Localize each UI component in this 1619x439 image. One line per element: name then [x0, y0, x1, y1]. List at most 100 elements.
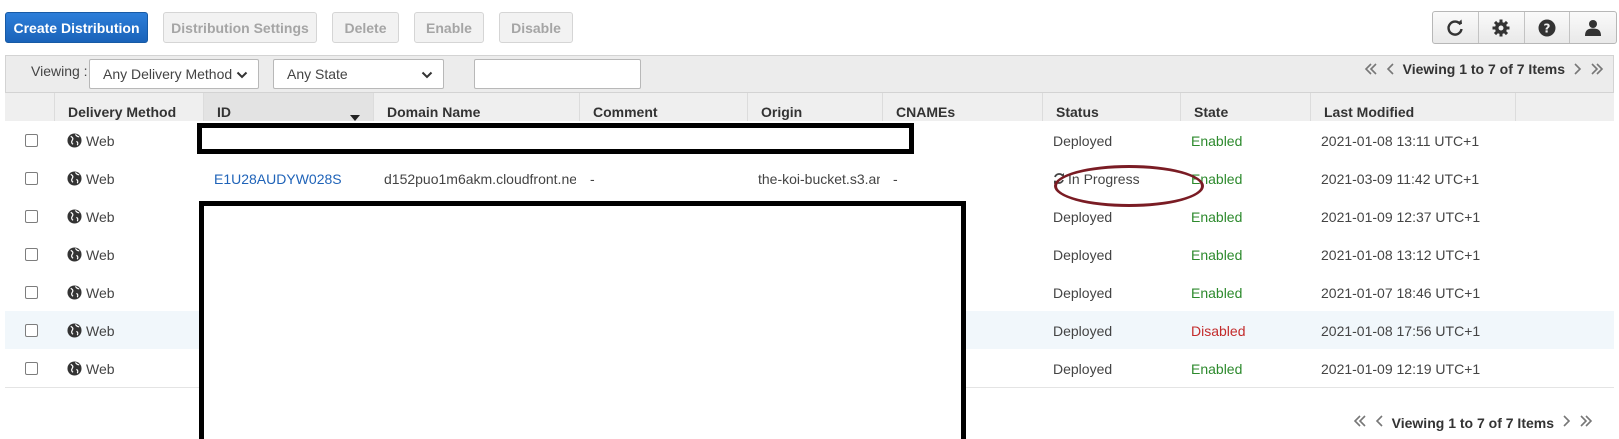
state-text: Enabled [1191, 246, 1243, 263]
modified-text: 2021-01-08 13:11 UTC+1 [1321, 132, 1480, 149]
state-text: Disabled [1191, 322, 1246, 339]
toolbar: Create Distribution Distribution Setting… [0, 0, 1619, 56]
method-text: Web [86, 322, 115, 339]
row-checkbox[interactable] [25, 210, 38, 223]
method-text: Web [86, 132, 115, 149]
first-page-icon[interactable] [1363, 61, 1379, 77]
globe-icon [67, 361, 82, 376]
domain-text: d152puo1m6akm.cloudfront.ne [384, 170, 576, 187]
globe-icon [67, 209, 82, 224]
cell-modified: 2021-01-09 12:19 UTC+1 [1321, 349, 1511, 388]
distribution-settings-button[interactable]: Distribution Settings [163, 12, 317, 43]
row-checkbox-cell [25, 349, 45, 388]
table-row[interactable]: Web E1U28AUDYW028S d152puo1m6akm.cloudfron… [5, 159, 1614, 198]
create-distribution-button[interactable]: Create Distribution [5, 12, 148, 43]
state-select[interactable]: Any State [273, 59, 444, 89]
pagination-top: Viewing 1 to 7 of 7 Items [1363, 61, 1605, 77]
cell-id[interactable]: E1U28AUDYW028S [214, 159, 374, 198]
enable-button[interactable]: Enable [414, 12, 484, 43]
prev-page-icon[interactable] [1374, 413, 1386, 432]
state-text: Enabled [1191, 360, 1243, 377]
annotation-ellipse [1054, 165, 1204, 207]
modified-text: 2021-01-07 18:46 UTC+1 [1321, 284, 1481, 301]
cell-state: Enabled [1191, 235, 1306, 274]
cell-modified: 2021-01-09 12:37 UTC+1 [1321, 197, 1511, 236]
disable-button[interactable]: Disable [499, 12, 573, 43]
cell-state: Enabled [1191, 349, 1306, 388]
svg-text:?: ? [1543, 21, 1550, 35]
column-header-label: ID [217, 103, 231, 120]
status-text: Deployed [1053, 246, 1113, 263]
method-text: Web [86, 246, 115, 263]
method-text: Web [86, 208, 115, 225]
status-text: Deployed [1053, 284, 1113, 301]
cell-status: Deployed [1053, 349, 1178, 388]
cell-domain: d152puo1m6akm.cloudfront.ne [384, 159, 576, 198]
state-text: Enabled [1191, 284, 1243, 301]
pagination-text: Viewing 1 to 7 of 7 Items [1391, 414, 1554, 431]
cell-cnames [893, 121, 1033, 160]
globe-icon [67, 171, 82, 186]
cell-method: Web [67, 159, 197, 198]
row-checkbox-cell [25, 197, 45, 236]
pagination-bottom: Viewing 1 to 7 of 7 Items [1352, 413, 1594, 432]
help-icon[interactable]: ? [1525, 12, 1571, 43]
prev-page-icon[interactable] [1385, 61, 1397, 77]
last-page-icon[interactable] [1589, 61, 1605, 77]
next-page-icon[interactable] [1571, 61, 1583, 77]
modified-text: 2021-01-08 17:56 UTC+1 [1321, 322, 1481, 339]
state-text: Enabled [1191, 132, 1243, 149]
redaction-box [197, 123, 914, 154]
cell-state: Disabled [1191, 311, 1306, 350]
row-checkbox-cell [25, 235, 45, 274]
refresh-icon[interactable] [1433, 12, 1479, 43]
last-page-icon[interactable] [1578, 413, 1594, 432]
first-page-icon[interactable] [1352, 413, 1368, 432]
status-text: Deployed [1053, 322, 1113, 339]
cell-modified: 2021-01-08 13:12 UTC+1 [1321, 235, 1511, 274]
row-checkbox-cell [25, 159, 45, 198]
row-checkbox[interactable] [25, 172, 38, 185]
chevron-down-icon [421, 68, 433, 84]
gear-icon[interactable] [1479, 12, 1525, 43]
method-text: Web [86, 284, 115, 301]
row-checkbox[interactable] [25, 248, 38, 261]
cell-modified: 2021-01-07 18:46 UTC+1 [1321, 273, 1511, 312]
cell-method: Web [67, 273, 197, 312]
id-text: E1U28AUDYW028S [214, 170, 342, 187]
globe-icon [67, 285, 82, 300]
cell-method: Web [67, 235, 197, 274]
delivery-method-value: Any Delivery Method [103, 66, 233, 82]
filter-bar: Viewing : Any Delivery Method Any State … [5, 55, 1614, 93]
status-text: Deployed [1053, 360, 1113, 377]
cell-state: Enabled [1191, 197, 1306, 236]
status-text: Deployed [1053, 132, 1113, 149]
cell-modified: 2021-01-08 17:56 UTC+1 [1321, 311, 1511, 350]
comment-text: - [590, 170, 595, 187]
search-input[interactable] [474, 59, 641, 89]
next-page-icon[interactable] [1560, 413, 1572, 432]
cell-method: Web [67, 311, 197, 350]
row-checkbox[interactable] [25, 286, 38, 299]
modified-text: 2021-03-09 11:42 UTC+1 [1321, 170, 1480, 187]
row-checkbox-cell [25, 311, 45, 350]
user-icon[interactable] [1570, 12, 1616, 43]
toolbar-icon-group: ? [1432, 11, 1617, 44]
row-checkbox[interactable] [25, 324, 38, 337]
cell-state: Enabled [1191, 273, 1306, 312]
cell-state: Enabled [1191, 121, 1306, 160]
cell-status: Deployed [1053, 235, 1178, 274]
chevron-down-icon [236, 68, 248, 84]
row-checkbox[interactable] [25, 134, 38, 147]
delivery-method-select[interactable]: Any Delivery Method [89, 59, 259, 89]
modified-text: 2021-01-09 12:37 UTC+1 [1321, 208, 1481, 225]
status-text: Deployed [1053, 208, 1113, 225]
cell-status: Deployed [1053, 311, 1178, 350]
state-text: Enabled [1191, 208, 1243, 225]
row-checkbox[interactable] [25, 362, 38, 375]
row-checkbox-cell [25, 273, 45, 312]
globe-icon [67, 133, 82, 148]
cnames-text: - [893, 170, 898, 187]
cell-method: Web [67, 349, 197, 388]
delete-button[interactable]: Delete [332, 12, 399, 43]
